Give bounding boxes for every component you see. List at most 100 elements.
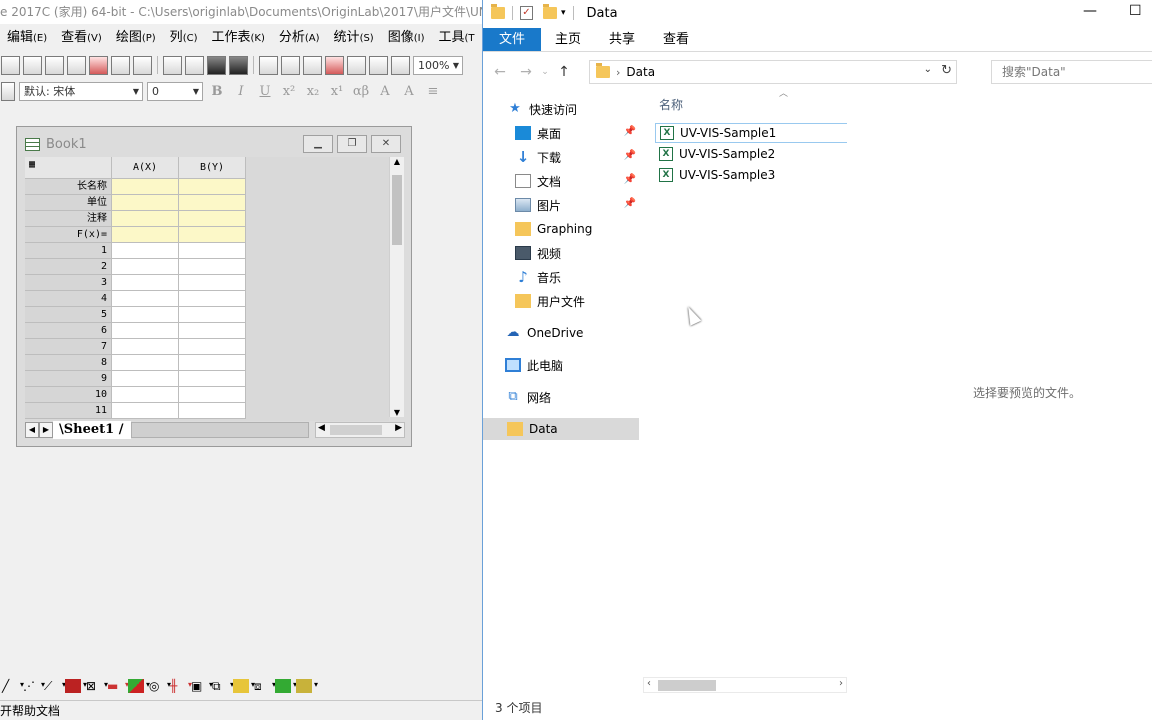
sheet-tab[interactable]: \Sheet1 / — [53, 421, 132, 439]
data-cell[interactable] — [179, 339, 246, 355]
superscript-icon[interactable]: x² — [279, 84, 299, 99]
supsub-icon[interactable]: x¹ — [327, 84, 347, 99]
scroll-up-icon[interactable]: ▲ — [390, 157, 404, 166]
row-label[interactable]: 单位 — [25, 195, 112, 211]
workbook-window[interactable]: Book1 ▁ ❐ ✕ ▦ A(X) B(Y) 长名称 单位 注释 F(x)= … — [16, 126, 412, 447]
data-cell[interactable] — [112, 259, 179, 275]
column-header-name[interactable]: 名称 — [659, 96, 683, 113]
ternary-plot-icon[interactable] — [296, 679, 318, 693]
data-cell[interactable] — [112, 339, 179, 355]
sidebar-item-downloads[interactable]: ↓ 下载 📌 — [483, 146, 639, 168]
minimize-button[interactable]: ▁ — [303, 135, 333, 153]
tab-share[interactable]: 共享 — [595, 28, 649, 51]
data-cell[interactable] — [179, 243, 246, 259]
meta-cell[interactable] — [112, 179, 179, 195]
candlestick-icon[interactable]: ╫ — [170, 679, 192, 693]
save-icon[interactable] — [207, 55, 226, 75]
data-cell[interactable] — [112, 387, 179, 403]
bold-icon[interactable]: B — [207, 84, 227, 99]
row-number[interactable]: 4 — [25, 291, 112, 307]
increase-font-icon[interactable]: A — [375, 84, 395, 99]
save-template-icon[interactable] — [229, 55, 248, 75]
search-input[interactable]: 搜索"Data" — [991, 60, 1152, 84]
chevron-down-icon[interactable]: ▾ — [561, 8, 566, 18]
sheet-next-icon[interactable]: ▶ — [39, 422, 53, 438]
polar-plot-icon[interactable]: ◎ — [149, 679, 171, 693]
row-number[interactable]: 7 — [25, 339, 112, 355]
back-icon[interactable]: ← — [487, 64, 513, 80]
sidebar-item-graphing[interactable]: Graphing — [483, 218, 639, 240]
import-multiple-icon[interactable] — [303, 55, 322, 75]
tab-view[interactable]: 查看 — [649, 28, 703, 51]
worksheet-grid[interactable]: ▦ A(X) B(Y) 长名称 单位 注释 F(x)= 1 2 3 4 5 6 … — [25, 157, 389, 421]
menu-plot[interactable]: 绘图(P) — [109, 26, 163, 50]
line-plot-icon[interactable]: ╱ — [2, 679, 24, 693]
open-icon[interactable] — [163, 55, 182, 75]
contour-plot-icon[interactable] — [233, 679, 255, 693]
row-number[interactable]: 9 — [25, 371, 112, 387]
breadcrumb-chevron-icon[interactable]: › — [616, 66, 620, 79]
new-notes-icon[interactable] — [133, 55, 152, 75]
new-project-icon[interactable] — [1, 55, 20, 75]
row-number[interactable]: 6 — [25, 323, 112, 339]
scroll-left-icon[interactable]: ◀ — [318, 423, 325, 433]
scroll-thumb[interactable] — [658, 680, 716, 691]
forward-icon[interactable]: → — [513, 64, 539, 80]
breadcrumb-data[interactable]: Data — [626, 65, 655, 79]
italic-icon[interactable]: I — [231, 84, 251, 99]
worksheet-vertical-scrollbar[interactable]: ▲ ▼ — [389, 157, 404, 417]
menu-view[interactable]: 查看(V) — [54, 26, 109, 50]
decrease-font-icon[interactable]: A — [399, 84, 419, 99]
new-folder-icon[interactable] — [23, 55, 42, 75]
list-item[interactable]: X UV-VIS-Sample1 — [655, 123, 847, 143]
scroll-down-icon[interactable]: ▼ — [390, 408, 404, 417]
multi-panel-icon[interactable]: ⧉ — [212, 679, 234, 693]
sidebar-item-quick-access[interactable]: ★ 快速访问 — [483, 98, 639, 120]
data-cell[interactable] — [179, 275, 246, 291]
address-bar[interactable]: › Data ⌄ ↻ — [589, 60, 957, 84]
batch-plot-icon[interactable] — [369, 55, 388, 75]
data-cell[interactable] — [112, 323, 179, 339]
column-header-a[interactable]: A(X) — [112, 157, 179, 179]
row-number[interactable]: 5 — [25, 307, 112, 323]
new-graph-icon[interactable] — [89, 55, 108, 75]
menu-image[interactable]: 图像(I) — [381, 26, 432, 50]
import-wizard-icon[interactable] — [325, 55, 344, 75]
subscript-icon[interactable]: x₂ — [303, 84, 323, 99]
sidebar-item-desktop[interactable]: 桌面 📌 — [483, 122, 639, 144]
row-label[interactable]: 注释 — [25, 211, 112, 227]
font-combo[interactable]: 默认: 宋体 ▼ — [19, 81, 143, 101]
tab-home[interactable]: 主页 — [541, 28, 595, 51]
meta-cell[interactable] — [179, 179, 246, 195]
new-function-icon[interactable] — [67, 55, 86, 75]
data-cell[interactable] — [179, 291, 246, 307]
list-item[interactable]: X UV-VIS-Sample2 — [655, 144, 847, 164]
import-icon[interactable] — [259, 55, 278, 75]
row-number[interactable]: 2 — [25, 259, 112, 275]
heatmap-icon[interactable] — [275, 679, 297, 693]
row-number[interactable]: 8 — [25, 355, 112, 371]
refresh-icon[interactable]: ↻ — [941, 63, 952, 78]
sidebar-item-network[interactable]: ⧉ 网络 — [483, 386, 639, 408]
align-icon[interactable]: ≡ — [423, 84, 443, 99]
new-folder-icon[interactable] — [543, 4, 557, 19]
sidebar-item-onedrive[interactable]: ☁ OneDrive — [483, 322, 639, 344]
chevron-down-icon[interactable]: ⌄ — [924, 64, 932, 75]
data-cell[interactable] — [179, 387, 246, 403]
maximize-button[interactable]: ☐ — [1129, 3, 1142, 19]
row-number[interactable]: 3 — [25, 275, 112, 291]
data-cell[interactable] — [112, 307, 179, 323]
zoom-combo[interactable]: 100% ▼ — [413, 55, 463, 75]
menu-tools[interactable]: 工具(T — [432, 26, 482, 50]
menu-edit[interactable]: 编辑(E) — [0, 26, 54, 50]
data-cell[interactable] — [112, 355, 179, 371]
tab-file[interactable]: 文件 — [483, 28, 542, 51]
template-library-icon[interactable]: ⧈ — [254, 679, 276, 693]
recalculate-icon[interactable] — [347, 55, 366, 75]
row-number[interactable]: 11 — [25, 403, 112, 419]
row-label[interactable]: 长名称 — [25, 179, 112, 195]
minimize-button[interactable]: — — [1083, 3, 1097, 19]
sidebar-item-music[interactable]: ♪ 音乐 — [483, 266, 639, 288]
row-label[interactable]: F(x)= — [25, 227, 112, 243]
scroll-right-icon[interactable]: ▶ — [395, 423, 402, 433]
